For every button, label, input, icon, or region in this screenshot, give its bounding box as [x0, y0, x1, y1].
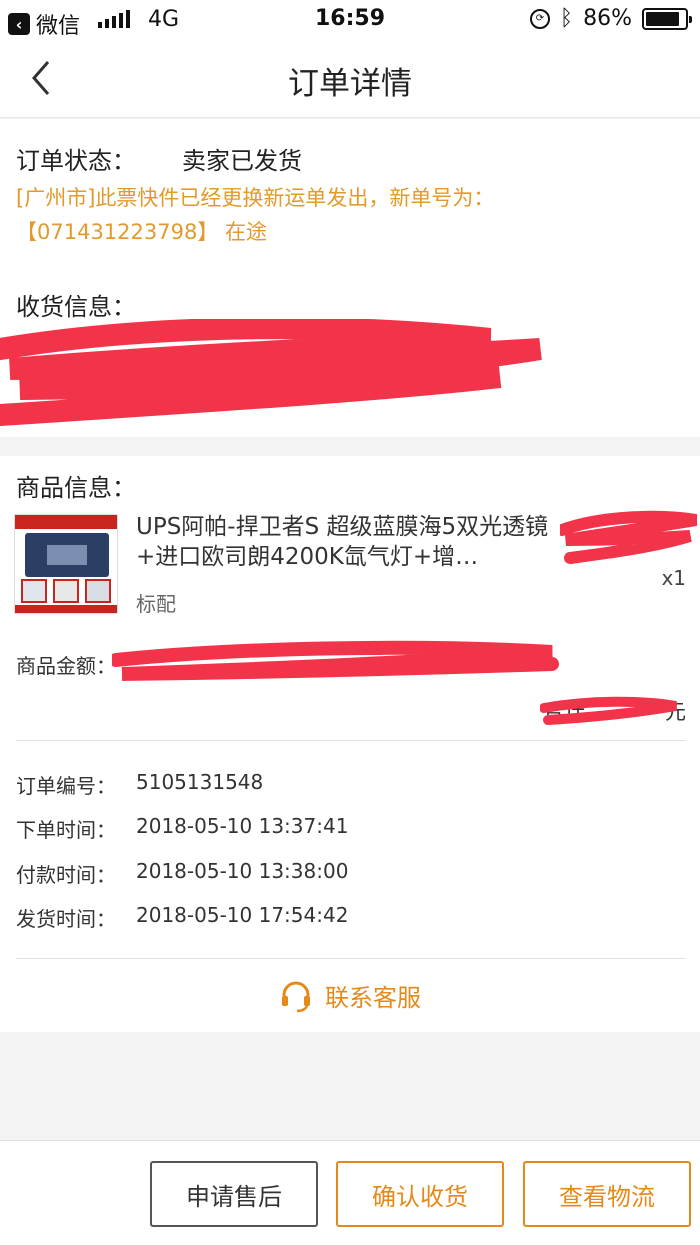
logistics-notice-line: 【071431223798】 在途 [16, 220, 268, 244]
goods-section: 商品信息： UPS阿帕-捍卫者S 超级蓝膜海5双光透镜+进口欧司朗4200K氙气… [0, 456, 700, 1032]
after-sale-button[interactable]: 申请售后 [150, 1161, 318, 1227]
headset-icon [282, 981, 310, 1012]
order-number-row: 订单编号： 5105131548 [16, 770, 263, 799]
contact-service-button[interactable]: 联系客服 [0, 978, 700, 1013]
battery-icon [642, 7, 692, 30]
view-logistics-button[interactable]: 查看物流 [523, 1161, 691, 1227]
logistics-notice: [广州市]此票快件已经更换新运单发出，新单号为： 【071431223798】 … [16, 181, 686, 249]
order-status-row: 订单状态： 卖家已发货 [16, 141, 302, 176]
redaction-scribble [112, 640, 559, 681]
total-unit: 元 [665, 700, 686, 724]
product-title[interactable]: UPS阿帕-捍卫者S 超级蓝膜海5双光透镜+进口欧司朗4200K氙气灯+增… [136, 512, 556, 572]
redaction-scribble [560, 510, 698, 564]
info-value: 2018-05-10 13:38:00 [136, 859, 349, 883]
bottom-action-bar: 申请售后 确认收货 查看物流 [0, 1140, 700, 1245]
redaction-scribble [0, 319, 542, 426]
info-key: 发货时间： [16, 907, 116, 931]
shipping-time-row: 发货时间： 2018-05-10 17:54:42 [16, 903, 348, 932]
info-value: 2018-05-10 13:37:41 [136, 814, 349, 838]
nav-bar: 订单详情 [0, 40, 700, 118]
page-title: 订单详情 [288, 66, 412, 102]
total-row: 合计 元 [543, 696, 686, 726]
rotation-lock-icon: ⟳ [529, 8, 550, 29]
order-status-section: 订单状态： 卖家已发货 [广州市]此票快件已经更换新运单发出，新单号为： 【07… [0, 119, 700, 437]
order-time-row: 下单时间： 2018-05-10 13:37:41 [16, 814, 348, 843]
receiver-label: 收货信息： [16, 293, 136, 321]
order-status-label: 订单状态： [16, 147, 136, 175]
confirm-receipt-button[interactable]: 确认收货 [336, 1161, 504, 1227]
order-status-value: 卖家已发货 [182, 147, 302, 175]
divider [16, 740, 686, 741]
info-key: 下单时间： [16, 818, 116, 842]
divider [16, 958, 686, 959]
info-value: 2018-05-10 17:54:42 [136, 903, 349, 927]
status-bar: ‹ 微信 4G 16:59 ⟳ ᛒ 86% [0, 0, 700, 40]
goods-label: 商品信息： [16, 474, 136, 502]
product-thumbnail[interactable] [14, 514, 118, 614]
info-value: 5105131548 [136, 770, 264, 794]
logistics-notice-line: [广州市]此票快件已经更换新运单发出，新单号为： [16, 186, 495, 210]
bluetooth-icon: ᛒ [559, 6, 574, 31]
battery-percent: 86% [583, 6, 632, 31]
contact-service-label: 联系客服 [325, 984, 421, 1012]
goods-amount-label: 商品金额： [16, 654, 116, 678]
info-key: 订单编号： [16, 774, 116, 798]
info-key: 付款时间： [16, 863, 116, 887]
total-label: 合计 [543, 700, 585, 724]
product-quantity: x1 [661, 566, 686, 590]
product-spec: 标配 [136, 592, 176, 616]
payment-time-row: 付款时间： 2018-05-10 13:38:00 [16, 859, 348, 888]
